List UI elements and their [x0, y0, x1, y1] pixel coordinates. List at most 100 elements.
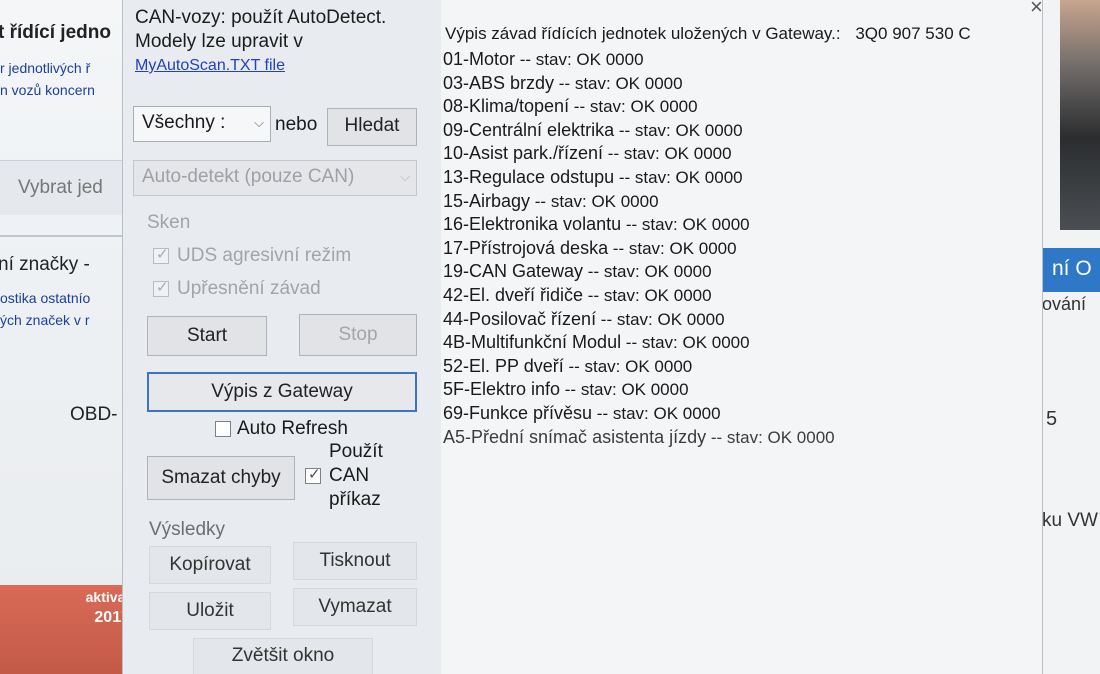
refine-checkbox[interactable]: ✓	[153, 279, 169, 297]
check-icon: ✓	[156, 279, 169, 296]
module-name: 19-CAN Gateway	[443, 261, 584, 282]
scan-group-label: Sken	[147, 212, 191, 233]
bg-text: 5	[1046, 408, 1058, 430]
fault-list-item: 69-Funkce přívěsu -- stav: OK 0000	[443, 402, 835, 426]
module-status: -- stav: OK 0000	[560, 380, 689, 400]
search-button[interactable]: Hledat	[327, 108, 417, 146]
bg-select-label: Vybrat jed	[18, 177, 103, 198]
can-command-label-line: příkaz	[329, 489, 381, 510]
module-status: -- stav: OK 0000	[621, 215, 750, 235]
bg-tab-label: ní O	[1052, 257, 1092, 280]
bg-blue-tab[interactable]: ní O	[1042, 248, 1100, 292]
fault-list-item: A5-Přední snímač asistenta jízdy -- stav…	[443, 426, 835, 450]
refine-checkbox-label: Upřesnění závad	[177, 278, 321, 299]
bg-link[interactable]: ých značek v r	[0, 312, 89, 328]
info-line: CAN-vozy: použít AutoDetect.	[135, 7, 387, 28]
bg-divider	[0, 235, 140, 237]
bg-photo	[1060, 0, 1100, 230]
module-name: 44-Posilovač řízení	[443, 308, 597, 329]
copy-button[interactable]: Kopírovat	[149, 546, 271, 584]
bg-select[interactable]: Vybrat jed	[0, 160, 128, 215]
bg-link[interactable]: n vozů koncern	[0, 82, 95, 98]
fault-list-item: 42-El. dveří řidiče -- stav: OK 0000	[443, 284, 835, 308]
fault-list-item: 03-ABS brzdy -- stav: OK 0000	[443, 72, 835, 96]
module-status: -- stav: OK 0000	[530, 191, 659, 211]
fault-list-item: 09-Centrální elektrika -- stav: OK 0000	[443, 119, 835, 143]
info-line: Modely lze upravit v	[135, 31, 303, 52]
bg-link[interactable]: ostika ostatnío	[0, 290, 90, 306]
results-group-label: Výsledky	[149, 519, 226, 540]
or-label: nebo	[275, 114, 318, 135]
background-page-right: ní O ování 5 ku VW	[1042, 0, 1100, 674]
fault-list-item: 10-Asist park./řízení -- stav: OK 0000	[443, 142, 835, 166]
save-button[interactable]: Uložit	[149, 592, 271, 630]
module-name: 69-Funkce přívěsu	[443, 402, 593, 423]
fault-list-item: 16-Elektronika volantu -- stav: OK 0000	[443, 213, 835, 237]
bg-link[interactable]: r jednotlivých ř	[0, 60, 90, 76]
fault-list-item: 15-Airbagy -- stav: OK 0000	[443, 190, 835, 214]
bg-page-title: t řídící jedno	[0, 22, 111, 43]
results-header-title: Výpis závad řídících jednotek uložených …	[445, 24, 841, 43]
module-name: 52-El. PP dveří	[443, 355, 564, 376]
enlarge-window-button[interactable]: Zvětšit okno	[193, 638, 373, 674]
check-icon: ✓	[156, 246, 169, 263]
module-status: -- stav: OK 0000	[596, 309, 725, 329]
filter-select[interactable]: Všechny : ⌵	[133, 106, 271, 142]
start-button[interactable]: Start	[147, 316, 267, 356]
filter-select-value: Všechny :	[142, 112, 226, 133]
can-command-checkbox[interactable]: ✓	[305, 466, 321, 484]
fault-list-item: 5F-Elektro info -- stav: OK 0000	[443, 378, 835, 402]
module-status: -- stav: OK 0000	[583, 262, 712, 282]
fault-list-item: 4B-Multifunkční Modul -- stav: OK 0000	[443, 331, 835, 355]
module-status: -- stav: OK 0000	[608, 238, 737, 258]
fault-list-item: 17-Přístrojová deska -- stav: OK 0000	[443, 237, 835, 261]
module-status: -- stav: OK 0000	[614, 167, 743, 187]
fault-list-item: 19-CAN Gateway -- stav: OK 0000	[443, 260, 835, 284]
results-pane[interactable]: Výpis závad řídících jednotek uložených …	[441, 0, 1043, 674]
close-icon[interactable]: ×	[1030, 0, 1043, 20]
module-name: 17-Přístrojová deska	[443, 237, 609, 258]
module-status: -- stav: OK 0000	[706, 427, 835, 447]
chevron-down-icon: ⌵	[400, 169, 410, 184]
info-text: CAN-vozy: použít AutoDetect. Modely lze …	[135, 6, 435, 78]
module-name: 42-El. dveří řidiče	[443, 284, 584, 305]
can-command-label-line: Použít	[329, 441, 383, 462]
erase-button[interactable]: Vymazat	[293, 588, 417, 626]
mode-select-value: Auto-detekt (pouze CAN)	[142, 166, 355, 187]
auto-refresh-label: Auto Refresh	[237, 418, 348, 439]
stop-button[interactable]: Stop	[299, 314, 417, 356]
auto-refresh-checkbox[interactable]	[215, 421, 231, 437]
module-name: 4B-Multifunkční Modul	[443, 332, 622, 353]
module-name: 03-ABS brzdy	[443, 72, 555, 93]
bg-text: ování	[1042, 294, 1087, 314]
fault-list-item: 44-Posilovač řízení -- stav: OK 0000	[443, 308, 835, 332]
module-status: -- stav: OK 0000	[621, 333, 750, 353]
module-status: -- stav: OK 0000	[614, 120, 743, 140]
gateway-list-button[interactable]: Výpis z Gateway	[147, 372, 417, 412]
control-panel: CAN-vozy: použít AutoDetect. Modely lze …	[122, 0, 442, 674]
module-name: A5-Přední snímač asistenta jízdy	[443, 426, 707, 447]
module-name: 15-Airbagy	[443, 190, 531, 211]
bg-obd-text: OBD-	[70, 404, 118, 425]
chevron-down-icon: ⌵	[254, 115, 264, 130]
fault-list-item: 01-Motor -- stav: OK 0000	[443, 48, 835, 72]
module-name: 10-Asist park./řízení	[443, 143, 604, 164]
module-name: 08-Klima/topení	[443, 96, 570, 117]
fault-list-item: 08-Klima/topení -- stav: OK 0000	[443, 95, 835, 119]
mode-select[interactable]: Auto-detekt (pouze CAN) ⌵	[133, 160, 417, 196]
module-status: -- stav: OK 0000	[592, 403, 721, 423]
autoscan-file-link[interactable]: MyAutoScan.TXT file	[135, 54, 435, 78]
check-icon: ✓	[308, 466, 321, 483]
module-name: 5F-Elektro info	[443, 379, 561, 400]
results-header: Výpis závad řídících jednotek uložených …	[445, 24, 971, 44]
print-button[interactable]: Tisknout	[293, 542, 417, 580]
uds-checkbox-label: UDS agresivní režim	[177, 245, 352, 266]
module-name: 16-Elektronika volantu	[443, 214, 622, 235]
module-status: -- stav: OK 0000	[569, 97, 698, 117]
module-status: -- stav: OK 0000	[515, 50, 644, 69]
bg-text: ku VW	[1042, 510, 1098, 531]
module-name: 09-Centrální elektrika	[443, 119, 615, 140]
uds-checkbox[interactable]: ✓	[153, 246, 169, 264]
module-status: -- stav: OK 0000	[563, 356, 693, 376]
clear-faults-button[interactable]: Smazat chyby	[147, 456, 295, 500]
